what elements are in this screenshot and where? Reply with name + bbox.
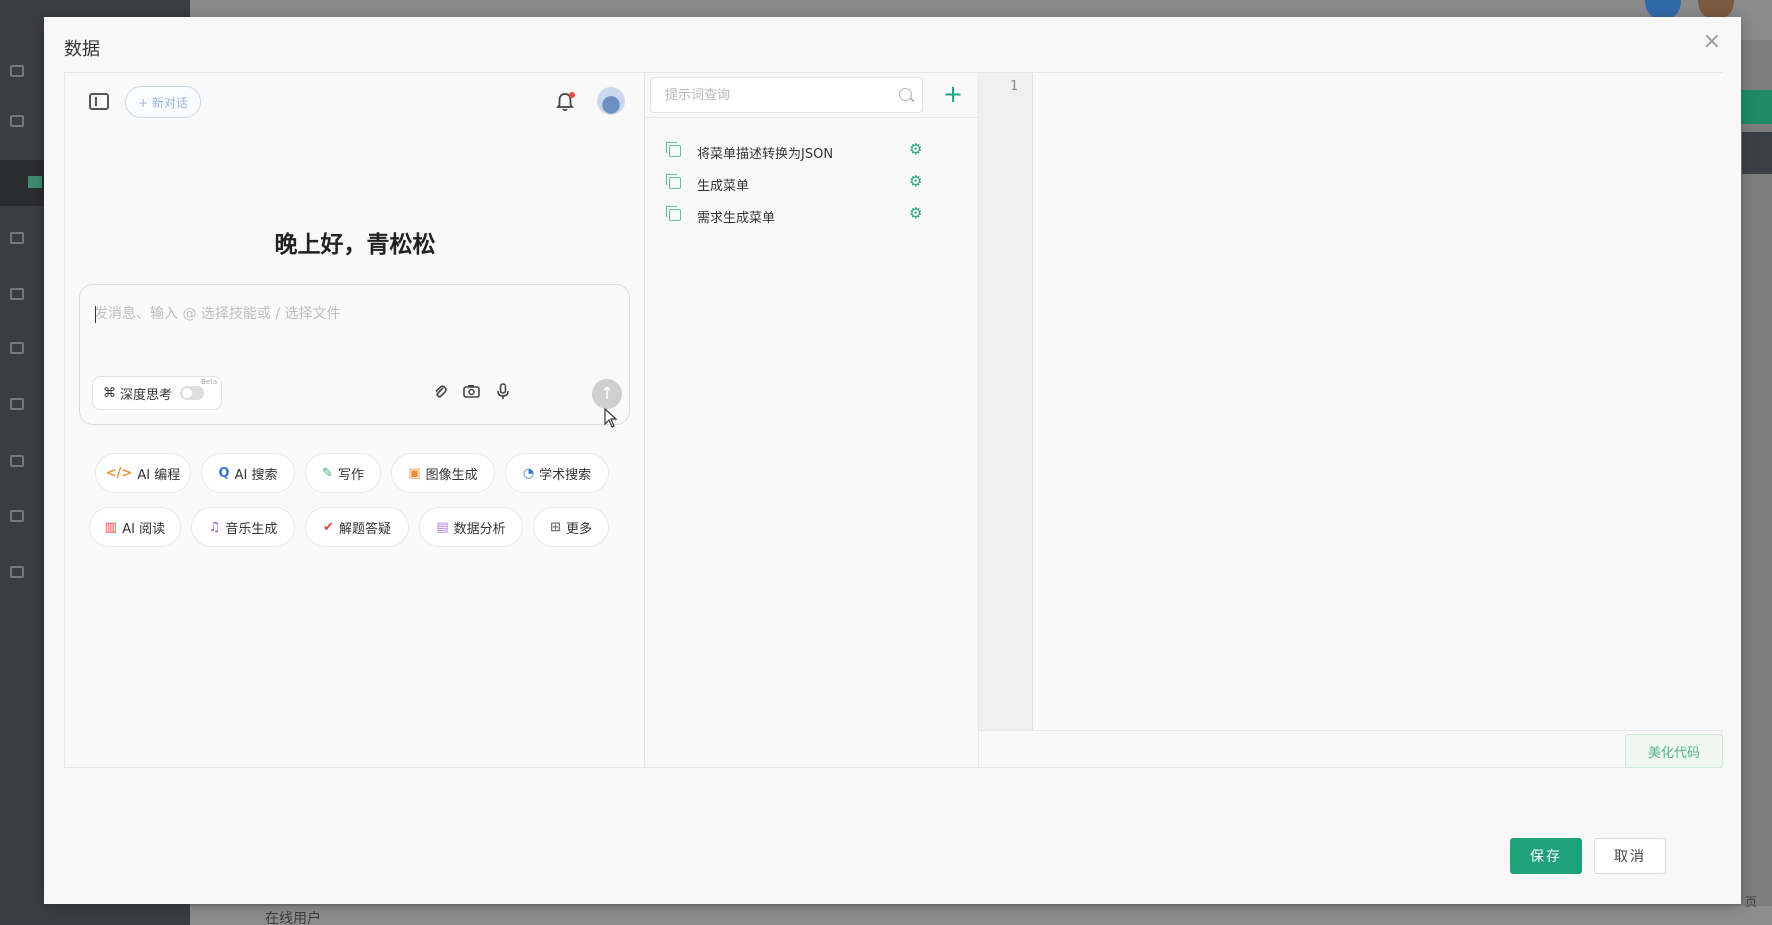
chip-label: 图像生成 xyxy=(425,467,478,483)
chip-label: 音乐生成 xyxy=(225,521,278,537)
prompt-item-label: 需求生成菜单 xyxy=(697,211,776,226)
message-input-box: ⌘ 深度思考 Beta ↑ xyxy=(79,284,630,425)
data-modal: 数据 × + 新对话 晚上好，青松松 ⌘ 深度思考 Beta xyxy=(44,17,1741,904)
background-page-label: 页 xyxy=(1745,895,1758,909)
background-active-mark xyxy=(28,176,42,188)
search-icon[interactable] xyxy=(899,88,912,101)
chip-ai-coding[interactable]: </> AI 编程 xyxy=(95,453,191,493)
code-icon: </> xyxy=(105,465,133,481)
academic-icon: ◔ xyxy=(522,465,535,481)
chip-ai-search[interactable]: Q AI 搜索 xyxy=(201,453,295,493)
book-icon: ▥ xyxy=(104,519,118,535)
sidebar-toggle-icon[interactable] xyxy=(89,93,109,110)
search-icon: Q xyxy=(218,465,230,481)
chip-label: AI 编程 xyxy=(137,467,181,483)
image-upload-icon[interactable] xyxy=(461,383,481,403)
text-caret xyxy=(95,306,96,323)
background-online-users: 在线用户 xyxy=(265,911,321,925)
chip-label: AI 阅读 xyxy=(122,521,166,537)
chip-image-generation[interactable]: ▣ 图像生成 xyxy=(391,453,495,493)
editor-footer: 美化代码 xyxy=(979,730,1723,768)
copy-document-icon xyxy=(666,174,681,189)
background-nav-icon xyxy=(10,342,24,354)
background-footer xyxy=(190,906,1772,925)
chip-writing[interactable]: ✎ 写作 xyxy=(305,453,381,493)
chip-music-generation[interactable]: ♫ 音乐生成 xyxy=(191,507,295,547)
line-number-gutter: 1 xyxy=(979,73,1033,730)
copy-document-icon xyxy=(666,142,681,157)
avatar[interactable] xyxy=(597,87,625,115)
chip-problem-solving[interactable]: ✔ 解题答疑 xyxy=(305,507,409,547)
grid-icon: ⊞ xyxy=(550,519,561,535)
deep-think-switch[interactable] xyxy=(180,386,205,400)
chip-label: 写作 xyxy=(337,467,364,483)
microphone-icon[interactable] xyxy=(493,383,513,403)
deep-think-icon: ⌘ xyxy=(103,385,116,401)
new-chat-button[interactable]: + 新对话 xyxy=(125,86,201,118)
background-nav-icon xyxy=(10,455,24,467)
gear-icon[interactable]: ⚙ xyxy=(909,172,922,190)
prompt-panel: + 将菜单描述转换为JSON ⚙ 生成菜单 ⚙ 需求生成菜单 ⚙ xyxy=(645,73,979,767)
chip-label: 解题答疑 xyxy=(338,521,391,537)
chip-ai-reading[interactable]: ▥ AI 阅读 xyxy=(89,507,181,547)
line-number: 1 xyxy=(1010,79,1018,94)
modal-title: 数据 xyxy=(64,39,100,60)
deep-think-toggle[interactable]: ⌘ 深度思考 Beta xyxy=(92,376,222,410)
gear-icon[interactable]: ⚙ xyxy=(909,204,922,222)
close-icon[interactable]: × xyxy=(1703,31,1721,53)
chart-icon: ▤ xyxy=(436,519,449,535)
background-nav-icon xyxy=(10,232,24,244)
background-nav-icon xyxy=(10,288,24,300)
prompt-search-input[interactable] xyxy=(665,78,895,112)
code-editor-panel: 1 美化代码 xyxy=(979,73,1723,768)
pen-icon: ✎ xyxy=(322,465,333,481)
chat-panel: + 新对话 晚上好，青松松 ⌘ 深度思考 Beta xyxy=(65,73,645,767)
message-input[interactable] xyxy=(94,303,614,353)
notification-dot xyxy=(569,92,575,98)
code-editor[interactable] xyxy=(1034,73,1723,730)
gear-icon[interactable]: ⚙ xyxy=(909,140,922,158)
check-icon: ✔ xyxy=(323,519,334,535)
deep-think-label: 深度思考 xyxy=(120,387,173,403)
music-icon: ♫ xyxy=(208,519,221,535)
save-button[interactable]: 保存 xyxy=(1510,838,1582,874)
background-nav-icon xyxy=(10,566,24,578)
prompt-item-label: 将菜单描述转换为JSON xyxy=(697,147,834,162)
cancel-button[interactable]: 取消 xyxy=(1594,838,1666,874)
image-icon: ▣ xyxy=(408,465,421,481)
attachment-icon[interactable] xyxy=(430,383,450,403)
modal-content: + 新对话 晚上好，青松松 ⌘ 深度思考 Beta xyxy=(64,72,1723,768)
chip-label: 更多 xyxy=(565,521,592,537)
send-button[interactable]: ↑ xyxy=(592,379,622,409)
background-nav-icon xyxy=(10,510,24,522)
background-nav-icon xyxy=(10,65,24,77)
prompt-item-label: 生成菜单 xyxy=(697,179,750,194)
copy-document-icon xyxy=(666,206,681,221)
beta-badge: Beta xyxy=(201,378,218,386)
chip-more[interactable]: ⊞ 更多 xyxy=(533,507,609,547)
chip-label: 数据分析 xyxy=(453,521,506,537)
prompt-list-item[interactable]: 将菜单描述转换为JSON ⚙ xyxy=(645,135,979,167)
chip-academic-search[interactable]: ◔ 学术搜索 xyxy=(505,453,609,493)
greeting-title: 晚上好，青松松 xyxy=(274,232,436,258)
divider xyxy=(645,117,979,118)
prompt-search-box xyxy=(650,77,923,113)
chip-label: AI 搜索 xyxy=(234,467,278,483)
chip-label: 学术搜索 xyxy=(539,467,592,483)
background-nav-icon xyxy=(10,398,24,410)
add-prompt-button[interactable]: + xyxy=(938,79,968,109)
chip-data-analysis[interactable]: ▤ 数据分析 xyxy=(419,507,523,547)
beautify-code-button[interactable]: 美化代码 xyxy=(1625,734,1723,768)
mouse-cursor-icon xyxy=(604,407,618,433)
background-nav-icon xyxy=(10,115,24,127)
background-dark-button xyxy=(1742,132,1772,174)
prompt-list-item[interactable]: 生成菜单 ⚙ xyxy=(645,167,979,199)
prompt-list-item[interactable]: 需求生成菜单 ⚙ xyxy=(645,199,979,231)
